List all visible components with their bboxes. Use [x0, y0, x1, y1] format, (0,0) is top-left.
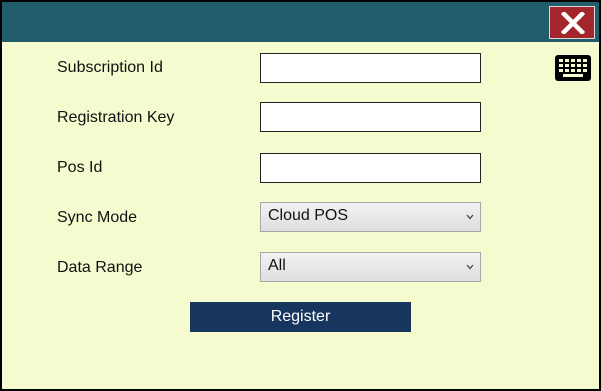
registration-key-input[interactable] — [260, 102, 481, 132]
close-icon — [561, 12, 585, 34]
chevron-down-icon — [466, 214, 474, 220]
keyboard-icon — [555, 55, 591, 81]
subscription-id-input[interactable] — [260, 53, 481, 83]
data-range-label: Data Range — [57, 259, 143, 276]
pos-id-label: Pos Id — [57, 159, 103, 176]
data-range-select[interactable]: All — [260, 252, 481, 282]
sync-mode-value: Cloud POS — [268, 207, 349, 224]
close-button[interactable] — [549, 6, 595, 39]
subscription-id-label: Subscription Id — [57, 59, 163, 76]
registration-key-label: Registration Key — [57, 109, 175, 126]
sync-mode-label: Sync Mode — [57, 209, 138, 226]
chevron-down-icon — [466, 264, 474, 270]
sync-mode-select[interactable]: Cloud POS — [260, 202, 481, 232]
register-button[interactable]: Register — [190, 302, 411, 332]
registration-dialog: Subscription Id Registration Key Pos Id … — [0, 0, 601, 391]
data-range-value: All — [268, 257, 286, 274]
title-bar — [2, 2, 599, 42]
pos-id-input[interactable] — [260, 153, 481, 183]
keyboard-button[interactable] — [555, 55, 591, 81]
